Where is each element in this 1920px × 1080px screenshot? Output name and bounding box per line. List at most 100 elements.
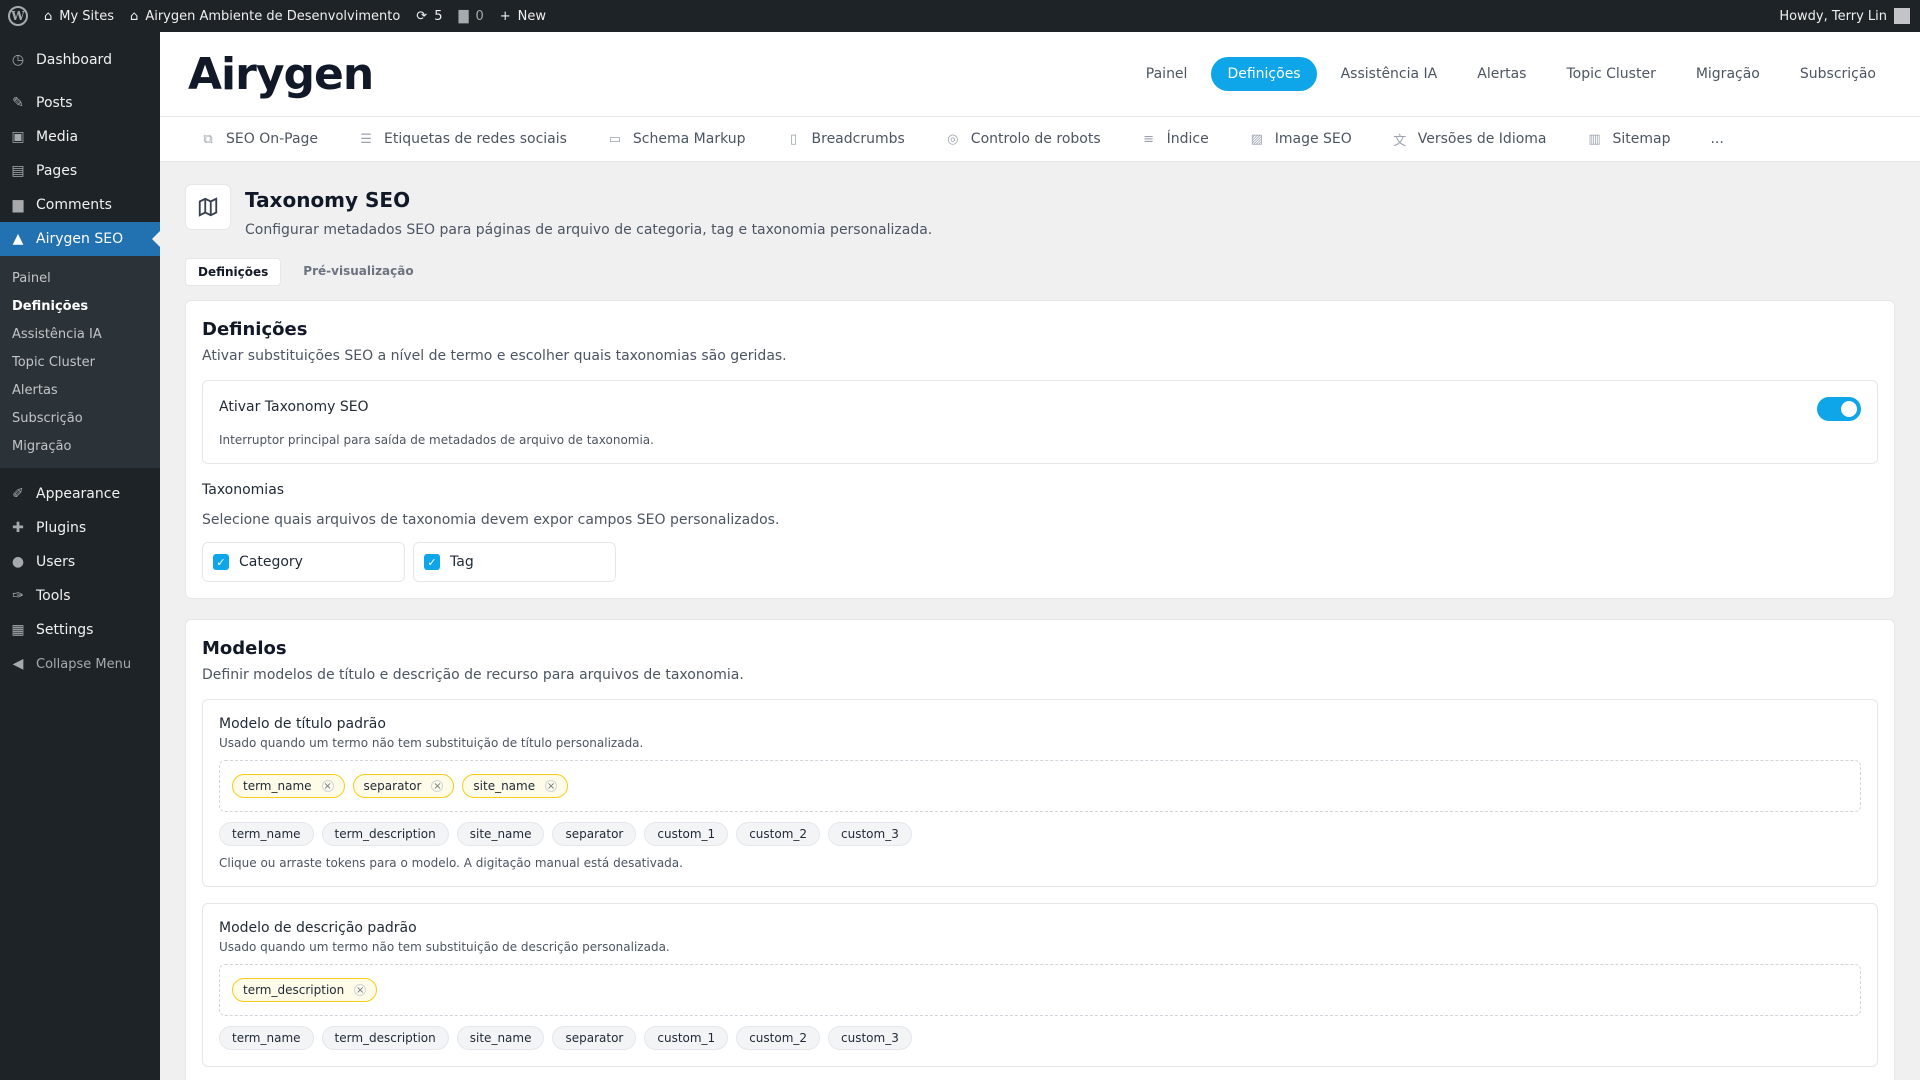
subnav-image-seo[interactable]: ▨ Image SEO bbox=[1249, 131, 1352, 147]
token-button[interactable]: term_description bbox=[321, 822, 449, 846]
token-button[interactable]: custom_2 bbox=[736, 1026, 821, 1050]
description-template-label: Modelo de descrição padrão bbox=[219, 920, 417, 936]
remove-chip-icon[interactable]: × bbox=[354, 984, 367, 996]
subnav-schema-markup[interactable]: ▭ Schema Markup bbox=[607, 131, 746, 147]
enable-taxonomy-seo-toggle[interactable] bbox=[1817, 397, 1861, 421]
template-chip[interactable]: term_description × bbox=[232, 978, 378, 1002]
token-button[interactable]: separator bbox=[552, 1026, 637, 1050]
template-chip[interactable]: site_name × bbox=[462, 774, 569, 798]
token-button[interactable]: site_name bbox=[456, 1026, 545, 1050]
top-nav-assistencia-ia[interactable]: Assistência IA bbox=[1325, 57, 1454, 91]
sites-icon: ⌂ bbox=[44, 8, 53, 24]
airygen-logo: Airygen bbox=[188, 48, 374, 100]
token-button[interactable]: custom_3 bbox=[828, 1026, 912, 1050]
taxonomies-checkboxes: ✓ Category ✓ Tag bbox=[202, 542, 1878, 582]
comment-bubble-icon: ▇ bbox=[458, 8, 469, 24]
subnav-robots[interactable]: ◎ Controlo de robots bbox=[945, 131, 1101, 147]
token-button[interactable]: term_name bbox=[219, 1026, 314, 1050]
menu-appearance[interactable]: ✐ Appearance bbox=[0, 477, 160, 511]
token-button[interactable]: custom_3 bbox=[828, 822, 912, 846]
menu-settings[interactable]: ▦ Settings bbox=[0, 613, 160, 647]
menu-plugins[interactable]: ✚ Plugins bbox=[0, 511, 160, 545]
menu-users[interactable]: ● Users bbox=[0, 545, 160, 579]
top-nav-definicoes[interactable]: Definições bbox=[1211, 57, 1317, 91]
taxonomy-category-checkbox[interactable]: ✓ Category bbox=[202, 542, 405, 582]
menu-tools[interactable]: ✑ Tools bbox=[0, 579, 160, 613]
top-nav-alertas[interactable]: Alertas bbox=[1461, 57, 1542, 91]
subnav-seo-on-page[interactable]: ⧉ SEO On-Page bbox=[200, 131, 318, 147]
remove-chip-icon[interactable]: × bbox=[321, 780, 334, 792]
menu-media[interactable]: ▣ Media bbox=[0, 120, 160, 154]
menu-airygen-seo[interactable]: ▲ Airygen SEO bbox=[0, 222, 160, 256]
top-nav-migracao[interactable]: Migração bbox=[1680, 57, 1776, 91]
menu-comments[interactable]: ▆ Comments bbox=[0, 188, 160, 222]
token-button[interactable]: term_name bbox=[219, 822, 314, 846]
plugin-icon: ✚ bbox=[12, 520, 24, 536]
description-token-palette: term_name term_description site_name sep… bbox=[219, 1026, 1861, 1050]
token-button[interactable]: term_description bbox=[321, 1026, 449, 1050]
airygen-icon: ▲ bbox=[12, 231, 24, 247]
wordpress-logo[interactable]: W bbox=[0, 0, 36, 32]
submenu-definicoes[interactable]: Definições bbox=[0, 292, 160, 320]
template-chip[interactable]: separator × bbox=[352, 774, 455, 798]
title-template-dropzone[interactable]: term_name × separator × site_name × bbox=[219, 760, 1861, 812]
token-button[interactable]: site_name bbox=[456, 822, 545, 846]
title-template-footer: Clique ou arraste tokens para o modelo. … bbox=[219, 856, 683, 870]
settings-card-title: Definições bbox=[202, 319, 308, 340]
settings-sub-nav: ⧉ SEO On-Page ☰ Etiquetas de redes sociais… bbox=[160, 117, 1920, 162]
token-button[interactable]: custom_1 bbox=[644, 1026, 729, 1050]
airygen-submenu: Painel Definições Assistência IA Topic C… bbox=[0, 256, 160, 468]
templates-card: Modelos Definir modelos de título e desc… bbox=[185, 619, 1895, 1080]
token-button[interactable]: custom_2 bbox=[736, 822, 821, 846]
new-content-link[interactable]: + New bbox=[492, 0, 554, 32]
menu-dashboard[interactable]: ◷ Dashboard bbox=[0, 43, 160, 77]
submenu-assistencia-ia[interactable]: Assistência IA bbox=[0, 320, 160, 348]
collapse-icon: ◀ bbox=[12, 656, 24, 672]
subnav-language-versions[interactable]: 文 Versões de Idioma bbox=[1392, 131, 1546, 149]
copy-icon: ⧉ bbox=[203, 131, 213, 147]
updates-link[interactable]: ⟳ 5 bbox=[408, 0, 450, 32]
site-name-link[interactable]: ⌂ Airygen Ambiente de Desenvolvimento bbox=[122, 0, 408, 32]
subnav-more[interactable]: ... bbox=[1710, 131, 1723, 147]
submenu-topic-cluster[interactable]: Topic Cluster bbox=[0, 348, 160, 376]
map-icon: ▥ bbox=[1588, 131, 1601, 147]
taxonomy-tag-checkbox[interactable]: ✓ Tag bbox=[413, 542, 616, 582]
user-icon: ● bbox=[11, 554, 25, 570]
template-chip[interactable]: term_name × bbox=[232, 774, 345, 798]
settings-card-description: Ativar substituições SEO a nível de term… bbox=[202, 348, 787, 364]
enable-taxonomy-seo-row: Ativar Taxonomy SEO Interruptor principa… bbox=[202, 380, 1878, 464]
submenu-subscricao[interactable]: Subscrição bbox=[0, 404, 160, 432]
top-nav-topic-cluster[interactable]: Topic Cluster bbox=[1550, 57, 1671, 91]
subnav-sitemap[interactable]: ▥ Sitemap bbox=[1587, 131, 1670, 147]
description-template-dropzone[interactable]: term_description × bbox=[219, 964, 1861, 1016]
remove-chip-icon[interactable]: × bbox=[431, 780, 444, 792]
menu-pages[interactable]: ▤ Pages bbox=[0, 154, 160, 188]
menu-posts[interactable]: ✎ Posts bbox=[0, 86, 160, 120]
comments-link[interactable]: ▇ 0 bbox=[450, 0, 491, 32]
submenu-painel[interactable]: Painel bbox=[0, 264, 160, 292]
message-icon: ▭ bbox=[608, 131, 622, 147]
tab-definicoes[interactable]: Definições bbox=[185, 258, 282, 286]
subnav-indice[interactable]: ≡ Índice bbox=[1141, 131, 1209, 147]
token-button[interactable]: separator bbox=[552, 822, 637, 846]
subnav-breadcrumbs[interactable]: ▯ Breadcrumbs bbox=[786, 131, 905, 147]
menu-icon: ≡ bbox=[1143, 131, 1155, 147]
enable-taxonomy-seo-help: Interruptor principal para saída de meta… bbox=[219, 433, 654, 447]
dashboard-icon: ◷ bbox=[11, 52, 25, 68]
title-token-palette: term_name term_description site_name sep… bbox=[219, 822, 1861, 846]
page-tabs: Definições Pré-visualização bbox=[185, 258, 1895, 286]
submenu-migracao[interactable]: Migração bbox=[0, 432, 160, 460]
tab-pre-visualizacao[interactable]: Pré-visualização bbox=[291, 258, 425, 286]
submenu-alertas[interactable]: Alertas bbox=[0, 376, 160, 404]
top-nav-painel[interactable]: Painel bbox=[1130, 57, 1204, 91]
remove-chip-icon[interactable]: × bbox=[545, 780, 558, 792]
user-account-menu[interactable]: Howdy, Terry Lin bbox=[1771, 0, 1920, 32]
token-button[interactable]: custom_1 bbox=[644, 822, 729, 846]
map-icon bbox=[185, 184, 231, 230]
my-sites-link[interactable]: ⌂ My Sites bbox=[36, 0, 122, 32]
top-nav-links: Painel Definições Assistência IA Alertas… bbox=[1130, 57, 1892, 91]
settings-icon: ▦ bbox=[11, 622, 25, 638]
subnav-social-tags[interactable]: ☰ Etiquetas de redes sociais bbox=[358, 131, 567, 147]
top-nav-subscricao[interactable]: Subscrição bbox=[1784, 57, 1892, 91]
collapse-menu-button[interactable]: ◀ Collapse Menu bbox=[0, 647, 160, 681]
